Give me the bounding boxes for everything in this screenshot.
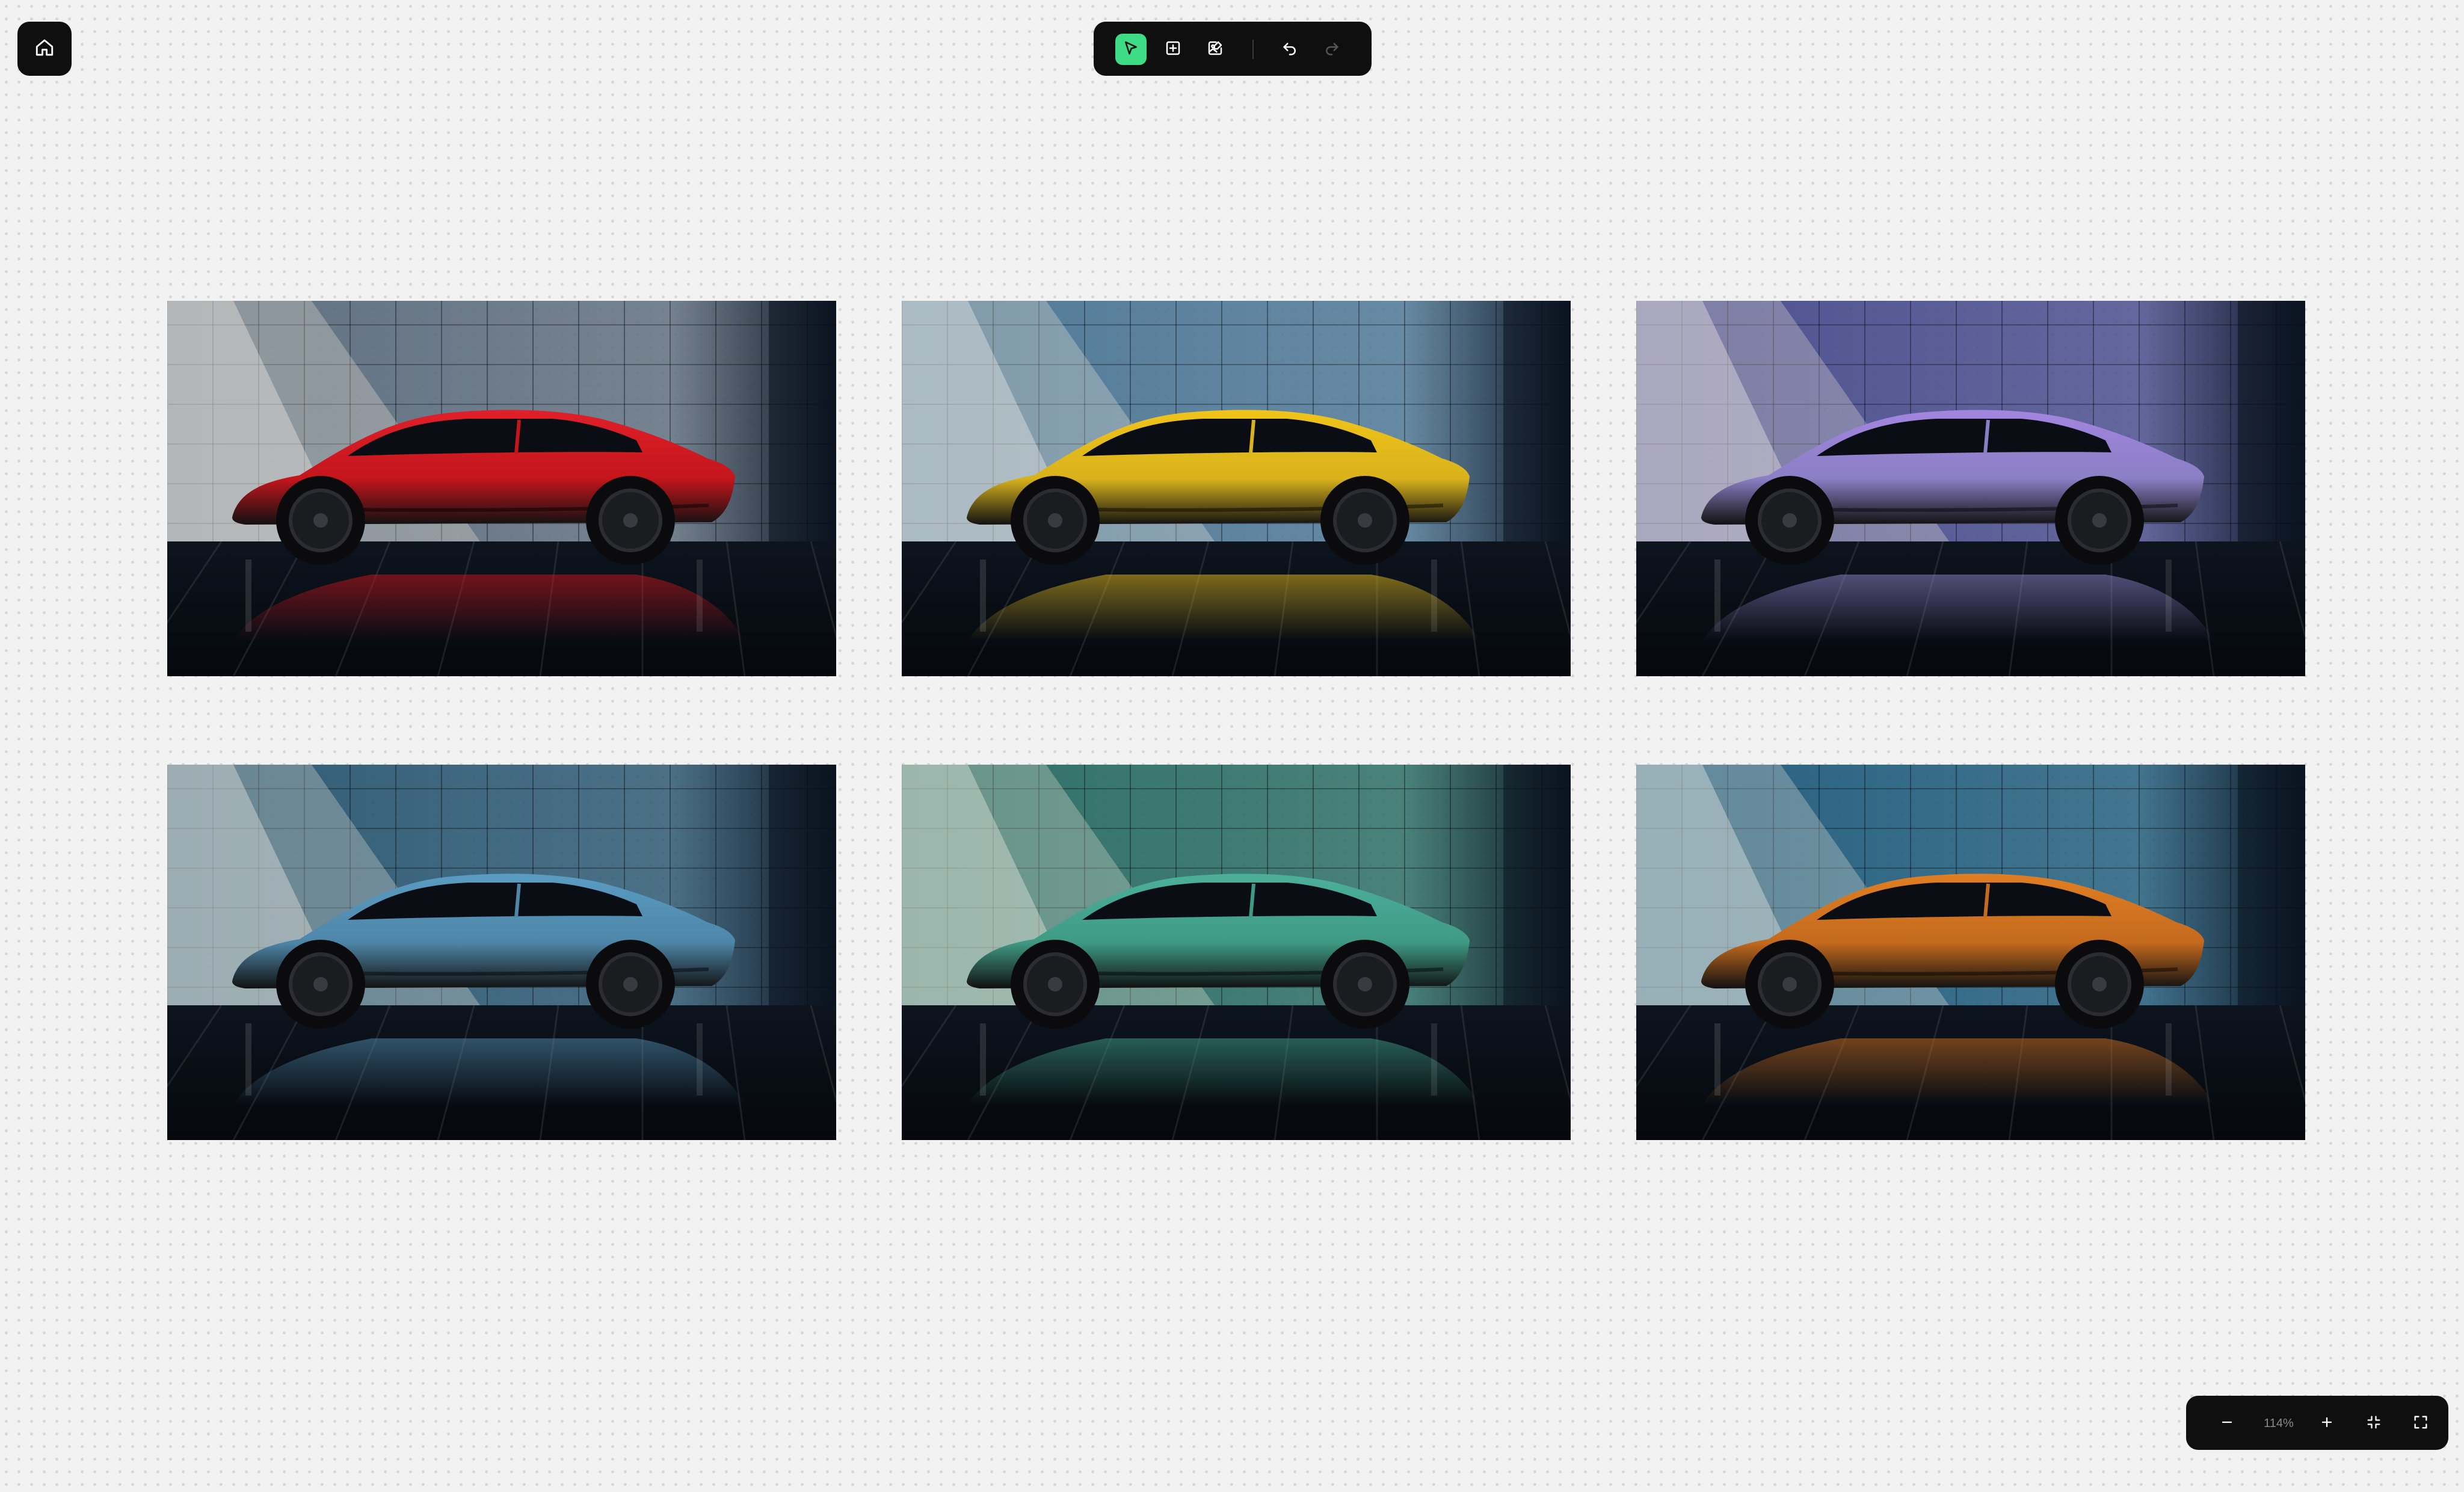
add-frame-tool-button[interactable] <box>1157 34 1189 65</box>
plus-icon <box>2318 1414 2335 1434</box>
zoom-out-button[interactable] <box>2213 1409 2241 1438</box>
zoom-level: 114% <box>2264 1417 2294 1430</box>
canvas-image-blue-car[interactable] <box>167 765 836 1140</box>
zoom-controls: 114% <box>2186 1396 2448 1450</box>
minus-icon <box>2219 1414 2235 1434</box>
fullscreen-icon <box>2412 1414 2429 1434</box>
canvas-image-orange-car[interactable] <box>1636 765 2305 1140</box>
canvas-image-red-car[interactable] <box>167 301 836 676</box>
redo-button[interactable] <box>1316 34 1348 65</box>
fit-to-screen-icon <box>2365 1414 2382 1434</box>
fullscreen-button[interactable] <box>2406 1409 2435 1438</box>
canvas-image-green-car[interactable] <box>902 765 1571 1140</box>
fit-to-screen-button[interactable] <box>2359 1409 2388 1438</box>
canvas-image-yellow-car[interactable] <box>902 301 1571 676</box>
top-toolbar <box>1094 22 1372 76</box>
cursor-arrow-icon <box>1122 39 1140 60</box>
plus-square-icon <box>1164 39 1182 60</box>
toolbar-divider <box>1252 40 1254 59</box>
redo-icon <box>1323 39 1341 60</box>
home-icon <box>34 37 55 61</box>
undo-icon <box>1281 39 1299 60</box>
undo-button[interactable] <box>1274 34 1305 65</box>
home-button[interactable] <box>17 22 72 76</box>
select-tool-button[interactable] <box>1115 34 1147 65</box>
canvas-image-purple-car[interactable] <box>1636 301 2305 676</box>
image-tool-button[interactable] <box>1200 34 1231 65</box>
image-edit-icon <box>1206 39 1224 60</box>
zoom-in-button[interactable] <box>2312 1409 2341 1438</box>
